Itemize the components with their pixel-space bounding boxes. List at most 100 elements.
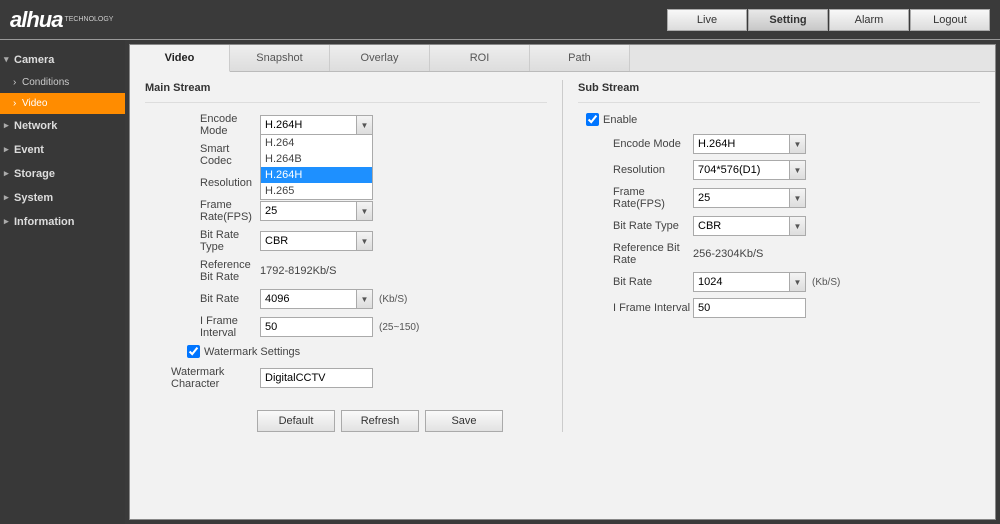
label-frame-rate: Frame Rate(FPS)	[145, 199, 260, 223]
content-region: Video Snapshot Overlay ROI Path Main Str…	[125, 40, 1000, 524]
label-sub-bit-rate: Bit Rate	[578, 276, 693, 288]
tab-video[interactable]: Video	[130, 45, 230, 72]
row-sub-frame-rate: Frame Rate(FPS) ▼	[578, 186, 980, 210]
frame-rate-input[interactable]	[260, 201, 373, 221]
settings-panel: Video Snapshot Overlay ROI Path Main Str…	[129, 44, 996, 520]
select-sub-resolution[interactable]: ▼	[693, 160, 806, 180]
bit-rate-unit: (Kb/S)	[379, 294, 407, 305]
label-encode-mode: Encode Mode	[145, 113, 260, 137]
label-ref-bit-rate: Reference Bit Rate	[145, 259, 260, 283]
row-sub-bit-rate: Bit Rate ▼ (Kb/S)	[578, 272, 980, 292]
encode-option-h264b[interactable]: H.264B	[261, 151, 372, 167]
label-sub-encode-mode: Encode Mode	[578, 138, 693, 150]
select-sub-frame-rate[interactable]: ▼	[693, 188, 806, 208]
encode-option-h264h[interactable]: H.264H	[261, 167, 372, 183]
nav-live-button[interactable]: Live	[667, 9, 747, 31]
row-bit-rate: Bit Rate ▼ (Kb/S)	[145, 289, 547, 309]
label-enable: Enable	[603, 114, 637, 126]
sub-bit-rate-input[interactable]	[693, 272, 806, 292]
sub-bit-rate-type-input[interactable]	[693, 216, 806, 236]
sub-frame-rate-input[interactable]	[693, 188, 806, 208]
tab-roi[interactable]: ROI	[430, 45, 530, 71]
select-frame-rate[interactable]: ▼	[260, 201, 373, 221]
encode-option-h265[interactable]: H.265	[261, 183, 372, 199]
row-sub-ref-bit-rate: Reference Bit Rate 256-2304Kb/S	[578, 242, 980, 266]
label-iframe: I Frame Interval	[145, 315, 260, 339]
select-bit-rate[interactable]: ▼	[260, 289, 373, 309]
row-bit-rate-type: Bit Rate Type ▼	[145, 229, 547, 253]
main-area: Camera Conditions Video Network Event St…	[0, 40, 1000, 524]
sidebar: Camera Conditions Video Network Event St…	[0, 40, 125, 524]
label-bit-rate: Bit Rate	[145, 293, 260, 305]
label-smart-codec: Smart Codec	[145, 143, 260, 167]
label-sub-resolution: Resolution	[578, 164, 693, 176]
iframe-input[interactable]	[260, 317, 373, 337]
sidebar-item-conditions[interactable]: Conditions	[0, 72, 125, 93]
watermark-checkbox[interactable]	[187, 345, 200, 358]
sub-bit-rate-unit: (Kb/S)	[812, 277, 840, 288]
row-sub-bit-rate-type: Bit Rate Type ▼	[578, 216, 980, 236]
sidebar-item-system[interactable]: System	[0, 186, 125, 210]
brand-logo-sub: TECHNOLOGY	[64, 16, 113, 23]
label-watermark-char: Watermark Character	[145, 366, 260, 390]
select-sub-bit-rate-type[interactable]: ▼	[693, 216, 806, 236]
sub-iframe-input[interactable]	[693, 298, 806, 318]
select-bit-rate-type[interactable]: ▼	[260, 231, 373, 251]
header-nav: Live Setting Alarm Logout	[667, 9, 990, 31]
encode-mode-dropdown: H.264 H.264B H.264H H.265	[260, 134, 373, 200]
sidebar-item-storage[interactable]: Storage	[0, 162, 125, 186]
select-sub-encode-mode[interactable]: ▼	[693, 134, 806, 154]
row-sub-resolution: Resolution ▼	[578, 160, 980, 180]
default-button[interactable]: Default	[257, 410, 335, 432]
tab-snapshot[interactable]: Snapshot	[230, 45, 330, 71]
row-sub-iframe: I Frame Interval	[578, 298, 980, 318]
label-resolution: Resolution	[145, 177, 260, 189]
sidebar-item-video[interactable]: Video	[0, 93, 125, 114]
tab-bar: Video Snapshot Overlay ROI Path	[130, 45, 995, 72]
bit-rate-input[interactable]	[260, 289, 373, 309]
iframe-unit: (25~150)	[379, 322, 419, 333]
main-stream-title: Main Stream	[145, 80, 547, 103]
enable-checkbox[interactable]	[586, 113, 599, 126]
label-sub-iframe: I Frame Interval	[578, 302, 693, 314]
action-buttons: Default Refresh Save	[145, 410, 547, 432]
row-sub-encode-mode: Encode Mode ▼	[578, 134, 980, 154]
nav-alarm-button[interactable]: Alarm	[829, 9, 909, 31]
encode-mode-input[interactable]	[260, 115, 373, 135]
row-ref-bit-rate: Reference Bit Rate 1792-8192Kb/S	[145, 259, 547, 283]
main-stream-column: Main Stream Encode Mode ▼ H.264 H.264B H…	[130, 80, 562, 432]
sub-stream-column: Sub Stream Enable Encode Mode ▼ Resolu	[562, 80, 995, 432]
encode-option-h264[interactable]: H.264	[261, 135, 372, 151]
watermark-char-input[interactable]	[260, 368, 373, 388]
row-encode-mode: Encode Mode ▼ H.264 H.264B H.264H H.265	[145, 113, 547, 137]
row-watermark-char: Watermark Character	[145, 366, 547, 390]
select-sub-bit-rate[interactable]: ▼	[693, 272, 806, 292]
sidebar-item-information[interactable]: Information	[0, 210, 125, 234]
sub-stream-title: Sub Stream	[578, 80, 980, 103]
value-sub-ref-bit-rate: 256-2304Kb/S	[693, 248, 763, 260]
row-enable: Enable	[578, 113, 980, 126]
app-header: alhua TECHNOLOGY Live Setting Alarm Logo…	[0, 0, 1000, 40]
save-button[interactable]: Save	[425, 410, 503, 432]
label-watermark: Watermark Settings	[204, 346, 300, 358]
label-sub-frame-rate: Frame Rate(FPS)	[578, 186, 693, 210]
sidebar-item-network[interactable]: Network	[0, 114, 125, 138]
sub-resolution-input[interactable]	[693, 160, 806, 180]
row-iframe: I Frame Interval (25~150)	[145, 315, 547, 339]
label-sub-ref-bit-rate: Reference Bit Rate	[578, 242, 693, 266]
row-watermark: Watermark Settings	[145, 345, 547, 358]
nav-setting-button[interactable]: Setting	[748, 9, 828, 31]
sidebar-item-event[interactable]: Event	[0, 138, 125, 162]
tab-overlay[interactable]: Overlay	[330, 45, 430, 71]
sub-encode-mode-input[interactable]	[693, 134, 806, 154]
refresh-button[interactable]: Refresh	[341, 410, 419, 432]
tab-path[interactable]: Path	[530, 45, 630, 71]
sidebar-item-camera[interactable]: Camera	[0, 48, 125, 72]
value-ref-bit-rate: 1792-8192Kb/S	[260, 265, 336, 277]
label-bit-rate-type: Bit Rate Type	[145, 229, 260, 253]
brand-logo: alhua	[10, 7, 62, 33]
panel-body: Main Stream Encode Mode ▼ H.264 H.264B H…	[130, 72, 995, 432]
nav-logout-button[interactable]: Logout	[910, 9, 990, 31]
select-encode-mode[interactable]: ▼ H.264 H.264B H.264H H.265	[260, 115, 373, 135]
bit-rate-type-input[interactable]	[260, 231, 373, 251]
